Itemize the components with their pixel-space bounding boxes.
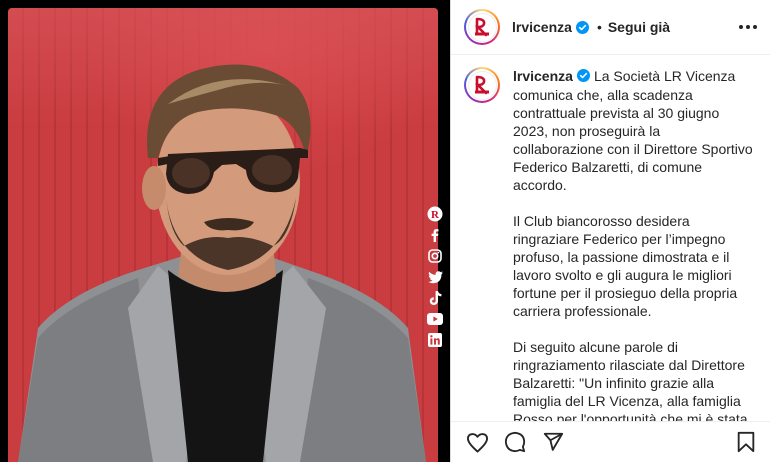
- post-actions-bar: [451, 421, 770, 462]
- lr-vicenza-logo-icon: [474, 17, 489, 37]
- twitter-icon: [427, 269, 443, 285]
- more-options-icon[interactable]: [739, 25, 757, 29]
- like-icon[interactable]: [465, 430, 489, 454]
- linkedin-icon: [427, 332, 443, 348]
- svg-text:R: R: [431, 209, 440, 221]
- social-icons-column: R: [424, 206, 446, 348]
- caption-avatar[interactable]: [464, 67, 500, 103]
- post-photo[interactable]: [8, 8, 438, 462]
- post-header: lrvicenza • Segui già: [451, 0, 770, 55]
- tiktok-icon: [427, 290, 443, 306]
- post-media[interactable]: R: [0, 0, 450, 462]
- facebook-icon: [427, 227, 443, 243]
- share-icon[interactable]: [541, 430, 565, 454]
- caption-text: lrvicenza La Società LR Vicenza comunica …: [513, 67, 753, 421]
- verified-badge-icon: [575, 20, 589, 34]
- caption-paragraph-3: Di seguito alcune parole di ringraziamen…: [513, 339, 748, 421]
- avatar[interactable]: [464, 9, 500, 45]
- lr-vicenza-logo-icon: R: [427, 206, 443, 222]
- header-separator: •: [596, 19, 602, 35]
- instagram-icon: [427, 248, 443, 264]
- caption-paragraph-1: lrvicenza La Società LR Vicenza comunica …: [513, 67, 753, 194]
- lr-vicenza-logo-icon: [474, 75, 489, 95]
- caption-paragraph-2: Il Club biancorosso desidera ringraziare…: [513, 213, 738, 319]
- caption-paragraph-text: La Società LR Vicenza comunica che, alla…: [513, 68, 753, 193]
- youtube-icon: [427, 311, 443, 327]
- caption-area[interactable]: lrvicenza La Società LR Vicenza comunica …: [451, 56, 770, 421]
- comment-icon[interactable]: [503, 430, 527, 454]
- post-author-username[interactable]: lrvicenza: [512, 19, 572, 35]
- verified-badge-icon: [576, 68, 590, 86]
- person-illustration: [18, 64, 426, 462]
- caption-username[interactable]: lrvicenza: [513, 68, 573, 84]
- bookmark-icon[interactable]: [734, 430, 758, 454]
- following-button[interactable]: Segui già: [608, 19, 670, 35]
- post-side-panel: lrvicenza • Segui già lrvicenza La Societ…: [450, 0, 770, 462]
